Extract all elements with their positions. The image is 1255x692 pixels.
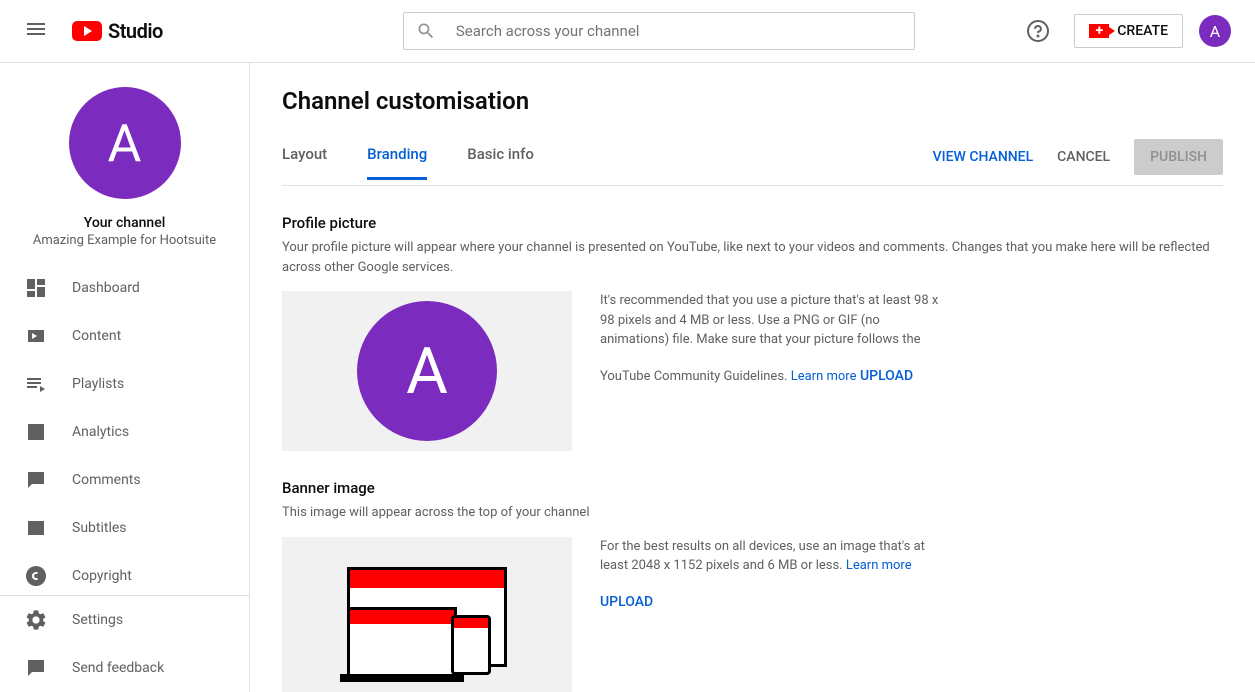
learn-more-link[interactable]: Learn more bbox=[791, 369, 857, 384]
nav-label: Subtitles bbox=[72, 520, 127, 536]
sidebar-item-feedback[interactable]: Send feedback bbox=[0, 644, 249, 692]
feedback-icon bbox=[24, 656, 48, 680]
section-title: Profile picture bbox=[282, 214, 1223, 232]
analytics-icon bbox=[24, 420, 48, 444]
page-title: Channel customisation bbox=[282, 87, 1223, 115]
publish-button[interactable]: PUBLISH bbox=[1134, 139, 1223, 175]
logo-text: Studio bbox=[108, 19, 163, 43]
account-avatar[interactable]: A bbox=[1199, 15, 1231, 47]
help-icon bbox=[1026, 19, 1050, 43]
sidebar-item-playlists[interactable]: Playlists bbox=[0, 360, 249, 408]
hamburger-icon bbox=[24, 17, 48, 41]
profile-preview-box: A bbox=[282, 291, 572, 451]
comments-icon bbox=[24, 468, 48, 492]
upload-banner-button[interactable]: UPLOAD bbox=[600, 594, 653, 610]
youtube-icon bbox=[72, 21, 102, 41]
banner-preview-row: For the best results on all devices, use… bbox=[282, 537, 1223, 692]
help-button[interactable] bbox=[1018, 11, 1058, 51]
create-label: CREATE bbox=[1117, 23, 1168, 39]
search-icon bbox=[416, 21, 436, 41]
sidebar-item-copyright[interactable]: Copyright bbox=[0, 552, 249, 595]
upload-profile-button[interactable]: UPLOAD bbox=[860, 368, 913, 384]
sidebar-item-subtitles[interactable]: Subtitles bbox=[0, 504, 249, 552]
sidebar: A Your channel Amazing Example for Hoots… bbox=[0, 63, 250, 692]
tab-layout[interactable]: Layout bbox=[282, 145, 327, 180]
nav-label: Content bbox=[72, 328, 121, 344]
main-layout: A Your channel Amazing Example for Hoots… bbox=[0, 63, 1255, 692]
sidebar-item-dashboard[interactable]: Dashboard bbox=[0, 264, 249, 312]
hamburger-menu-button[interactable] bbox=[16, 9, 56, 53]
nav-label: Send feedback bbox=[72, 660, 164, 676]
nav-label: Copyright bbox=[72, 568, 132, 584]
section-desc: This image will appear across the top of… bbox=[282, 503, 1223, 523]
gear-icon bbox=[24, 608, 48, 632]
banner-devices-illustration bbox=[347, 567, 507, 667]
cancel-button[interactable]: CANCEL bbox=[1057, 149, 1110, 165]
nav-label: Comments bbox=[72, 472, 141, 488]
channel-section: A Your channel Amazing Example for Hoots… bbox=[0, 63, 249, 264]
sidebar-item-comments[interactable]: Comments bbox=[0, 456, 249, 504]
app-header: Studio CREATE A bbox=[0, 0, 1255, 63]
nav-bottom: Settings Send feedback bbox=[0, 595, 249, 692]
copyright-icon bbox=[24, 564, 48, 588]
section-title: Banner image bbox=[282, 479, 1223, 497]
tab-branding[interactable]: Branding bbox=[367, 145, 427, 180]
channel-name: Amazing Example for Hootsuite bbox=[16, 233, 233, 248]
phone-icon bbox=[451, 615, 491, 675]
create-video-icon bbox=[1089, 24, 1109, 38]
profile-picture-section: Profile picture Your profile picture wil… bbox=[282, 214, 1223, 451]
section-desc: Your profile picture will appear where y… bbox=[282, 238, 1223, 277]
view-channel-link[interactable]: VIEW CHANNEL bbox=[933, 149, 1034, 165]
nav-scroll: Dashboard Content Playlists Analytics Co… bbox=[0, 264, 249, 595]
search-input[interactable] bbox=[456, 22, 902, 40]
create-button[interactable]: CREATE bbox=[1074, 14, 1183, 48]
nav-label: Settings bbox=[72, 612, 123, 628]
nav-label: Dashboard bbox=[72, 280, 140, 296]
channel-avatar[interactable]: A bbox=[69, 87, 181, 199]
header-actions: CREATE A bbox=[1018, 11, 1231, 51]
tab-basic-info[interactable]: Basic info bbox=[467, 145, 534, 180]
profile-preview-avatar: A bbox=[357, 301, 497, 441]
nav-label: Analytics bbox=[72, 424, 129, 440]
content-area: Channel customisation Layout Branding Ba… bbox=[250, 63, 1255, 692]
studio-logo[interactable]: Studio bbox=[72, 19, 163, 43]
channel-label: Your channel bbox=[16, 215, 233, 231]
search-container bbox=[403, 12, 915, 50]
banner-info: For the best results on all devices, use… bbox=[600, 537, 940, 610]
profile-info: It's recommended that you use a picture … bbox=[600, 291, 940, 386]
tabs: Layout Branding Basic info bbox=[282, 145, 534, 180]
page-actions: VIEW CHANNEL CANCEL PUBLISH bbox=[933, 139, 1223, 185]
tabs-row: Layout Branding Basic info VIEW CHANNEL … bbox=[282, 139, 1223, 186]
sidebar-item-settings[interactable]: Settings bbox=[0, 596, 249, 644]
dashboard-icon bbox=[24, 276, 48, 300]
search-box[interactable] bbox=[403, 12, 915, 50]
subtitles-icon bbox=[24, 516, 48, 540]
profile-preview-row: A It's recommended that you use a pictur… bbox=[282, 291, 1223, 451]
content-icon bbox=[24, 324, 48, 348]
playlists-icon bbox=[24, 372, 48, 396]
sidebar-item-content[interactable]: Content bbox=[0, 312, 249, 360]
sidebar-item-analytics[interactable]: Analytics bbox=[0, 408, 249, 456]
learn-more-link[interactable]: Learn more bbox=[846, 558, 912, 573]
laptop-icon bbox=[347, 607, 457, 677]
banner-image-section: Banner image This image will appear acro… bbox=[282, 479, 1223, 692]
banner-preview-box bbox=[282, 537, 572, 692]
nav-label: Playlists bbox=[72, 376, 124, 392]
